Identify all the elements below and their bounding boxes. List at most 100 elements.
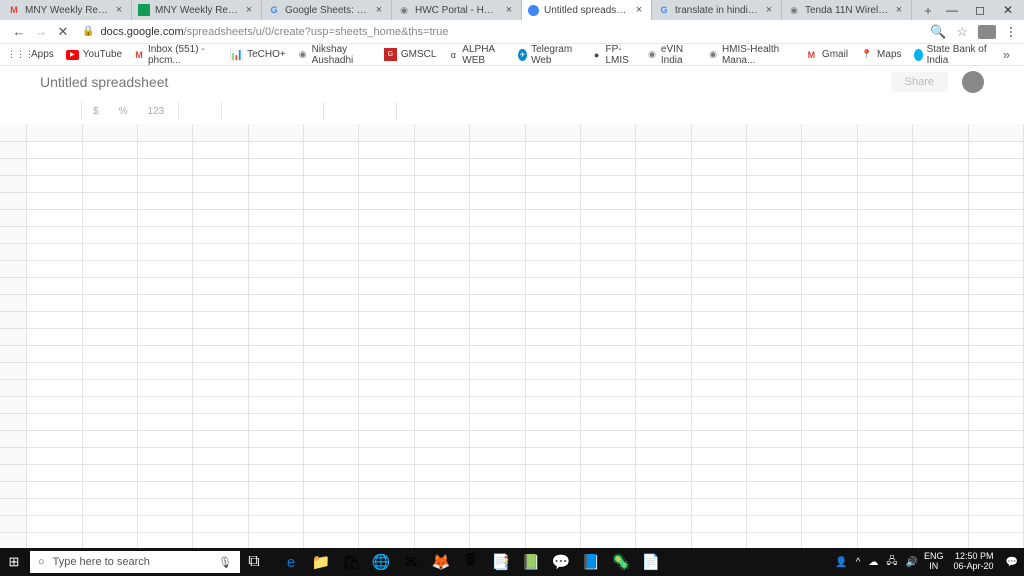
cell[interactable] xyxy=(470,176,525,193)
cell[interactable] xyxy=(747,312,802,329)
cell[interactable] xyxy=(636,380,691,397)
cell[interactable] xyxy=(913,227,968,244)
cell[interactable] xyxy=(692,499,747,516)
cell[interactable] xyxy=(249,363,304,380)
cell[interactable] xyxy=(415,261,470,278)
cell[interactable] xyxy=(249,295,304,312)
cell[interactable] xyxy=(470,227,525,244)
cell[interactable] xyxy=(526,397,581,414)
cell[interactable] xyxy=(969,295,1024,312)
tab-close-icon[interactable]: × xyxy=(633,4,645,16)
column-header[interactable] xyxy=(858,124,913,142)
tab-close-icon[interactable]: × xyxy=(113,4,125,16)
row-header[interactable] xyxy=(0,159,27,176)
cell[interactable] xyxy=(304,431,359,448)
select-all-corner[interactable] xyxy=(0,124,27,142)
cell[interactable] xyxy=(636,533,691,548)
column-header[interactable] xyxy=(470,124,525,142)
cell[interactable] xyxy=(747,278,802,295)
cell[interactable] xyxy=(913,431,968,448)
bookmark-item[interactable]: ◉Nikshay Aushadhi xyxy=(292,44,378,66)
cell[interactable] xyxy=(692,295,747,312)
cell[interactable] xyxy=(969,210,1024,227)
tray-cloud-icon[interactable]: ☁ xyxy=(866,557,880,568)
cell[interactable] xyxy=(581,159,636,176)
cell[interactable] xyxy=(359,499,414,516)
cell[interactable] xyxy=(304,482,359,499)
row-header[interactable] xyxy=(0,533,27,548)
cell[interactable] xyxy=(249,329,304,346)
cell[interactable] xyxy=(83,142,138,159)
cell[interactable] xyxy=(858,346,913,363)
cell[interactable] xyxy=(858,431,913,448)
cell[interactable] xyxy=(969,414,1024,431)
row-header[interactable] xyxy=(0,261,27,278)
cell[interactable] xyxy=(27,329,82,346)
cell[interactable] xyxy=(747,244,802,261)
bookmark-item[interactable]: ◉eVIN India xyxy=(641,44,702,66)
column-header[interactable] xyxy=(304,124,359,142)
cell[interactable] xyxy=(526,261,581,278)
cell[interactable] xyxy=(415,346,470,363)
cell[interactable] xyxy=(526,312,581,329)
cell[interactable] xyxy=(415,533,470,548)
cell[interactable] xyxy=(359,193,414,210)
cell[interactable] xyxy=(138,329,193,346)
extension-icon[interactable] xyxy=(978,25,996,39)
row-header[interactable] xyxy=(0,278,27,295)
minimize-button[interactable]: — xyxy=(938,0,966,20)
cell[interactable] xyxy=(802,499,857,516)
taskbar-app-word[interactable]: 📄 xyxy=(636,548,666,576)
cell[interactable] xyxy=(636,482,691,499)
cell[interactable] xyxy=(636,414,691,431)
cell[interactable] xyxy=(526,516,581,533)
cell[interactable] xyxy=(415,414,470,431)
column-header[interactable] xyxy=(747,124,802,142)
cell[interactable] xyxy=(858,363,913,380)
spreadsheet-grid[interactable] xyxy=(0,124,1024,548)
cell[interactable] xyxy=(526,244,581,261)
back-button[interactable]: ← xyxy=(10,23,28,41)
cell[interactable] xyxy=(636,159,691,176)
cell[interactable] xyxy=(526,227,581,244)
cell[interactable] xyxy=(858,414,913,431)
cell[interactable] xyxy=(193,465,248,482)
column-header[interactable] xyxy=(581,124,636,142)
cell[interactable] xyxy=(581,397,636,414)
cell[interactable] xyxy=(359,414,414,431)
cell[interactable] xyxy=(359,448,414,465)
cell[interactable] xyxy=(27,278,82,295)
cell[interactable] xyxy=(470,244,525,261)
taskbar-app-whatsapp[interactable]: 💬 xyxy=(546,548,576,576)
cell[interactable] xyxy=(692,533,747,548)
cell[interactable] xyxy=(359,431,414,448)
cell[interactable] xyxy=(249,244,304,261)
cell[interactable] xyxy=(138,193,193,210)
cell[interactable] xyxy=(526,142,581,159)
column-header[interactable] xyxy=(969,124,1024,142)
document-title[interactable]: Untitled spreadsheet xyxy=(40,74,168,90)
cell[interactable] xyxy=(969,176,1024,193)
cell[interactable] xyxy=(304,210,359,227)
cell[interactable] xyxy=(27,516,82,533)
bookmark-item[interactable]: αALPHA WEB xyxy=(442,44,512,66)
cell[interactable] xyxy=(470,499,525,516)
cell[interactable] xyxy=(581,261,636,278)
cell[interactable] xyxy=(193,159,248,176)
taskbar-app[interactable]: 📘 xyxy=(576,548,606,576)
cell[interactable] xyxy=(415,176,470,193)
cell[interactable] xyxy=(193,448,248,465)
cell[interactable] xyxy=(249,380,304,397)
cell[interactable] xyxy=(636,516,691,533)
cell[interactable] xyxy=(581,227,636,244)
cell[interactable] xyxy=(858,295,913,312)
cell[interactable] xyxy=(193,261,248,278)
cell[interactable] xyxy=(692,261,747,278)
cell[interactable] xyxy=(692,312,747,329)
cell[interactable] xyxy=(802,346,857,363)
row-header[interactable] xyxy=(0,227,27,244)
cell[interactable] xyxy=(304,176,359,193)
cell[interactable] xyxy=(913,516,968,533)
cell[interactable] xyxy=(415,193,470,210)
cell[interactable] xyxy=(359,295,414,312)
